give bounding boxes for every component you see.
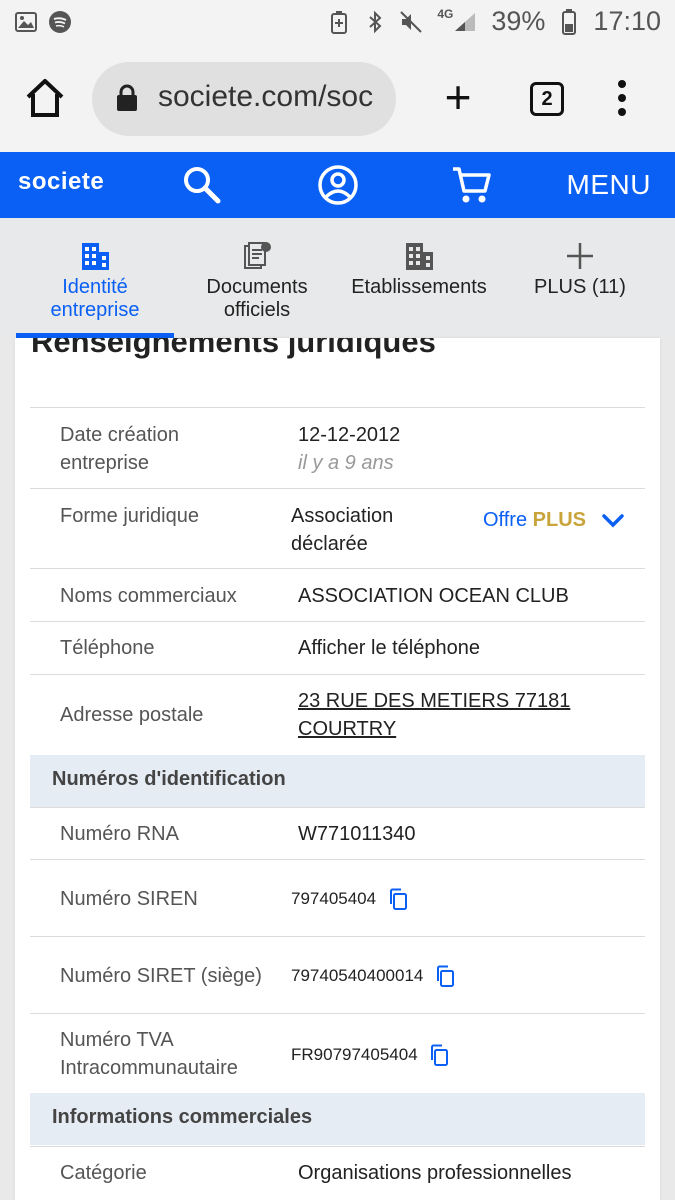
battery-percent: 39% — [491, 6, 546, 36]
relative-date: il y a 9 ans — [298, 452, 394, 474]
battery-saver-icon — [327, 10, 351, 34]
status-bar: 4G 39% 17:10 — [0, 0, 675, 46]
row-value: Organisations professionnelles — [298, 1162, 572, 1184]
battery-icon — [557, 8, 581, 35]
account-button[interactable] — [317, 164, 359, 206]
card-title: Renseignements juridiques — [31, 338, 436, 359]
copy-icon[interactable] — [429, 1044, 449, 1066]
row-label: Numéro SIRET (siège) — [60, 965, 262, 987]
societe-logo[interactable]: societe — [18, 168, 104, 196]
plus-icon — [567, 243, 593, 269]
search-button[interactable] — [181, 164, 223, 206]
offre-plus-link[interactable]: Offre PLUS — [483, 509, 586, 532]
home-icon — [26, 79, 64, 117]
documents-icon — [244, 242, 271, 269]
section-header-commerciales: Informations commerciales — [30, 1093, 645, 1145]
spotify-icon — [48, 10, 72, 34]
more-vert-icon — [618, 80, 626, 116]
tab-label: officiels — [223, 299, 291, 321]
row-noms-commerciaux: Noms commerciaux ASSOCIATION OCEAN CLUB — [30, 568, 645, 620]
row-numero-siret: Numéro SIRET (siège) 79740540400014 — [30, 936, 645, 1013]
signal-4g-icon: 4G — [435, 7, 479, 34]
search-icon — [184, 167, 221, 204]
row-value: FR90797405404 — [291, 1040, 449, 1069]
row-label: Noms commerciaux — [60, 585, 237, 607]
tab-label: Documents — [206, 276, 308, 298]
row-numero-siren: Numéro SIREN 797405404 — [30, 859, 645, 936]
home-button[interactable] — [24, 78, 66, 118]
address-link[interactable]: 23 RUE DES METIERS 77181 COURTRY — [298, 687, 570, 743]
row-numero-tva: Numéro TVA Intracommunautaire FR90797405… — [30, 1013, 645, 1093]
row-categorie: Catégorie Organisations professionnelles — [30, 1146, 645, 1198]
cart-button[interactable] — [451, 164, 493, 206]
row-label: Numéro TVA Intracommunautaire — [60, 1029, 238, 1079]
user-circle-icon — [318, 165, 358, 205]
row-forme-juridique: Forme juridique Association déclarée Off… — [30, 488, 645, 568]
row-label: Forme juridique — [60, 505, 199, 527]
clock: 17:10 — [593, 6, 661, 36]
bluetooth-icon — [363, 10, 387, 34]
new-tab-button[interactable]: + — [438, 74, 478, 122]
row-numero-rna: Numéro RNA W771011340 — [30, 807, 645, 859]
row-telephone: Téléphone Afficher le téléphone — [30, 621, 645, 673]
row-value: Association déclarée — [291, 505, 394, 555]
row-value: 79740540400014 — [291, 961, 455, 990]
row-value: ASSOCIATION OCEAN CLUB — [298, 585, 569, 607]
tab-etablissements[interactable]: Etablissements — [340, 218, 498, 338]
tab-plus[interactable]: PLUS (11) — [510, 218, 650, 338]
row-label: Date création entreprise — [60, 424, 179, 474]
site-header: societe MENU — [0, 152, 675, 218]
row-value: 12-12-2012 il y a 9 ans — [298, 421, 400, 477]
copy-icon[interactable] — [435, 965, 455, 987]
section-tabs: Identité entreprise Documents officiels … — [0, 218, 675, 338]
row-label: Téléphone — [60, 637, 155, 659]
tab-documents-officiels[interactable]: Documents officiels — [182, 218, 332, 338]
row-label: Numéro SIREN — [60, 888, 198, 910]
renseignements-juridiques-card: Renseignements juridiques Date création … — [15, 338, 660, 1200]
buildings-icon — [406, 243, 433, 270]
tab-identite-entreprise[interactable]: Identité entreprise — [16, 218, 174, 338]
tab-label: Identité — [62, 276, 128, 298]
lock-icon — [117, 84, 137, 111]
tab-switcher-button[interactable]: 2 — [530, 82, 564, 116]
building-icon — [82, 243, 109, 270]
show-phone-link[interactable]: Afficher le téléphone — [298, 634, 480, 662]
gallery-icon — [14, 10, 38, 34]
copy-icon[interactable] — [388, 888, 408, 910]
row-value: 797405404 — [291, 884, 408, 913]
address-bar[interactable]: societe.com/soc — [92, 62, 396, 136]
tab-label: PLUS (11) — [534, 276, 626, 298]
tab-label: Etablissements — [351, 276, 487, 298]
tab-label: entreprise — [50, 299, 140, 321]
row-label: Catégorie — [60, 1162, 147, 1184]
url-text: societe.com/soc — [158, 80, 374, 113]
section-header-identification: Numéros d'identification — [30, 755, 645, 807]
row-label: Numéro RNA — [60, 823, 179, 845]
chevron-down-icon[interactable] — [601, 511, 625, 531]
row-label: Adresse postale — [60, 704, 204, 726]
row-value: W771011340 — [298, 823, 416, 845]
mute-icon — [399, 10, 423, 34]
cart-icon — [453, 167, 491, 203]
browser-toolbar: societe.com/soc + 2 — [0, 46, 675, 152]
row-adresse-postale: Adresse postale 23 RUE DES METIERS 77181… — [30, 674, 645, 754]
menu-button[interactable]: MENU — [567, 169, 651, 201]
row-date-creation: Date création entreprise 12-12-2012 il y… — [30, 407, 645, 487]
more-menu-button[interactable] — [610, 78, 634, 118]
